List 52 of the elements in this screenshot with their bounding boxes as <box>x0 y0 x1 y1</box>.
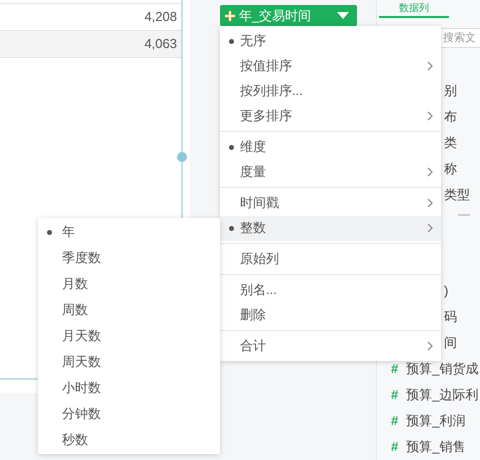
measure-icon: # <box>391 359 398 379</box>
table-cell-text: 4,208 <box>144 8 177 26</box>
field-label[interactable]: 类型 <box>444 185 470 205</box>
menu-item[interactable]: 合计 <box>220 334 441 358</box>
measure-icon: # <box>391 437 398 457</box>
resize-handle[interactable] <box>177 152 187 162</box>
measure-icon: # <box>391 411 398 431</box>
menu-item[interactable]: 月天数 <box>38 323 220 349</box>
menu-item[interactable]: 秒数 <box>38 427 220 453</box>
field-label[interactable]: 预算_边际利 <box>406 385 478 405</box>
chevron-right-icon <box>427 341 433 351</box>
menu-item[interactable]: 时间戳 <box>220 190 441 216</box>
menu-item[interactable]: 按值排序 <box>220 54 441 78</box>
menu-item[interactable]: 度量 <box>220 160 441 184</box>
menu-item[interactable]: 季度数 <box>38 245 220 271</box>
menu-item[interactable]: 分钟数 <box>38 401 220 427</box>
field-label[interactable]: ) <box>444 281 448 301</box>
menu-item[interactable]: 原始列 <box>220 246 441 272</box>
field-label[interactable]: 预算_利润 <box>406 411 466 431</box>
chevron-right-icon <box>427 111 433 121</box>
menu-item[interactable]: 月数 <box>38 271 220 297</box>
field-label[interactable]: 布 <box>444 107 457 127</box>
chevron-right-icon <box>427 61 433 71</box>
menu-item[interactable]: 周天数 <box>38 349 220 375</box>
field-label[interactable]: 预算_销售 <box>406 437 466 457</box>
plus-icon <box>224 10 236 22</box>
bullet-icon <box>228 144 234 150</box>
bullet-icon <box>46 230 52 234</box>
bullet-icon <box>228 38 234 44</box>
chevron-right-icon <box>427 167 433 177</box>
chevron-right-icon <box>427 223 433 233</box>
table-cell-text: 4,063 <box>144 35 177 54</box>
menu-item[interactable]: 更多排序 <box>220 104 441 128</box>
bullet-icon <box>228 226 234 230</box>
menu-item[interactable]: 小时数 <box>38 375 220 401</box>
menu-item[interactable]: 整数 <box>220 216 441 240</box>
caret-down-icon <box>337 12 349 20</box>
field-label[interactable]: 预算_销货成 <box>406 359 478 379</box>
menu-item[interactable]: 周数 <box>38 297 220 323</box>
field-label[interactable]: 间 <box>444 333 457 353</box>
menu-item[interactable]: 维度 <box>220 134 441 160</box>
menu-item[interactable]: 无序 <box>220 28 441 54</box>
menu-item[interactable]: 删除 <box>220 302 441 328</box>
menu-item[interactable]: 年 <box>38 219 220 245</box>
chevron-right-icon <box>427 198 433 208</box>
field-label[interactable]: 称 <box>444 159 457 179</box>
menu-item[interactable]: 按列排序... <box>220 78 441 104</box>
field-label[interactable]: 类 <box>444 133 457 153</box>
field-label[interactable]: 别 <box>444 81 457 101</box>
measure-icon: # <box>391 385 398 405</box>
field-label[interactable]: 码 <box>444 307 457 327</box>
menu-item[interactable]: 别名... <box>220 278 441 302</box>
